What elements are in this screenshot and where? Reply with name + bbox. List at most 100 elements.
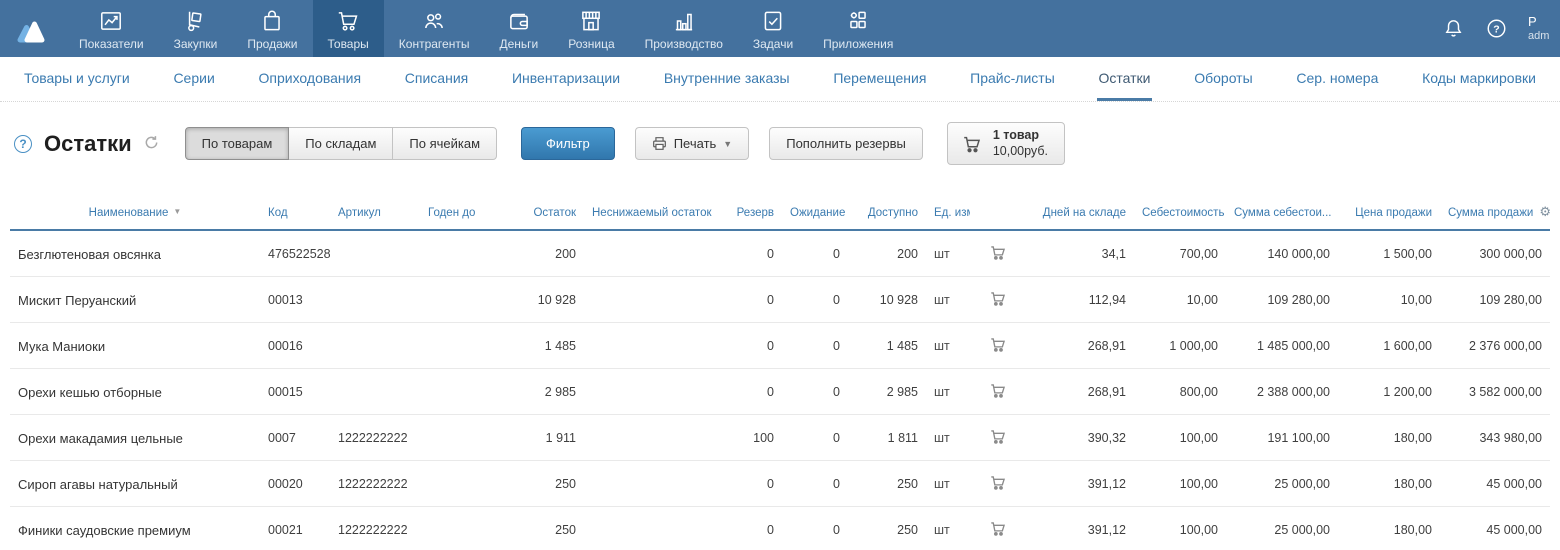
cell-article: 1222222222 bbox=[330, 506, 420, 550]
table-row[interactable]: Сироп агавы натуральный 00020 1222222222 25… bbox=[10, 460, 1550, 508]
cell-cost-sum: 25 000,00 bbox=[1226, 506, 1338, 550]
cell-awaiting: 0 bbox=[782, 506, 848, 550]
moysklad-logo[interactable] bbox=[0, 0, 64, 57]
nav-item-money[interactable]: Деньги bbox=[484, 0, 553, 57]
nav-item-label: Задачи bbox=[752, 36, 794, 51]
cell-awaiting: 0 bbox=[782, 276, 848, 324]
notifications-bell-button[interactable] bbox=[1442, 17, 1465, 40]
nav-item-goods[interactable]: Товары bbox=[312, 0, 384, 57]
cell-awaiting: 0 bbox=[782, 368, 848, 416]
cell-stock: 2 985 bbox=[492, 368, 584, 416]
cell-price: 1 200,00 bbox=[1338, 368, 1440, 416]
svg-text:?: ? bbox=[1493, 23, 1499, 35]
col-header-awaiting[interactable]: Ожидание bbox=[782, 199, 848, 232]
table-row[interactable]: Финики саудовские премиум 00021 1222222222… bbox=[10, 506, 1550, 550]
col-header-name[interactable]: Наименование ▼ bbox=[10, 199, 260, 232]
refresh-button[interactable] bbox=[140, 135, 163, 153]
table-row[interactable]: Орехи макадамия цельные 0007 1222222222 1 9… bbox=[10, 414, 1550, 462]
cell-unit: шт bbox=[926, 276, 970, 324]
cell-reserve: 0 bbox=[724, 276, 782, 324]
tab-price-lists[interactable]: Прайс-листы bbox=[968, 57, 1057, 101]
cell-name: Финики саудовские премиум bbox=[10, 506, 260, 550]
tab-stock-in[interactable]: Оприходования bbox=[257, 57, 364, 101]
cell-reserve: 0 bbox=[724, 322, 782, 370]
col-header-cost[interactable]: Себестоимость bbox=[1134, 199, 1226, 232]
tab-internal-orders[interactable]: Внутренние заказы bbox=[662, 57, 792, 101]
help-button[interactable]: ? bbox=[1485, 17, 1508, 40]
storefront-icon bbox=[582, 11, 601, 30]
print-button[interactable]: Печать ▼ bbox=[634, 127, 750, 161]
col-header-reserve[interactable]: Резерв bbox=[724, 199, 782, 232]
col-header-article[interactable]: Артикул bbox=[330, 199, 420, 232]
tab-marking-codes[interactable]: Коды маркировки bbox=[1420, 57, 1538, 101]
cart-items-count: 1 товар bbox=[992, 128, 1039, 142]
cell-expiry bbox=[420, 414, 492, 462]
nav-item-counterparties[interactable]: Контрагенты bbox=[384, 0, 485, 57]
cell-min-stock bbox=[584, 460, 724, 508]
nav-item-label: Показатели bbox=[79, 36, 144, 51]
row-add-to-cart-button[interactable] bbox=[970, 322, 1026, 370]
tab-turnovers[interactable]: Обороты bbox=[1192, 57, 1254, 101]
cart-icon bbox=[991, 476, 1006, 490]
replenish-reserves-button[interactable]: Пополнить резервы bbox=[769, 127, 923, 161]
cell-cost: 100,00 bbox=[1134, 414, 1226, 462]
nav-item-retail[interactable]: Розница bbox=[553, 0, 629, 57]
table-row[interactable]: Мука Маниоки 00016 1 485 0 0 1 485 шт 268,91 1 … bbox=[10, 322, 1550, 370]
nav-item-production[interactable]: Производство bbox=[630, 0, 738, 57]
view-mode-segmented-control: По товарам По складам По ячейкам bbox=[184, 127, 498, 161]
col-header-price[interactable]: Цена продажи bbox=[1338, 199, 1440, 232]
view-by-warehouses-button[interactable]: По складам bbox=[288, 127, 394, 161]
view-by-cells-button[interactable]: По ячейкам bbox=[392, 127, 498, 161]
chevron-down-icon: ▼ bbox=[723, 138, 733, 149]
tab-products-services[interactable]: Товары и услуги bbox=[22, 57, 132, 101]
col-header-unit[interactable]: Ед. изм. bbox=[926, 199, 970, 232]
table-row[interactable]: Мискит Перуанский 00013 10 928 0 0 10 928 шт 1… bbox=[10, 276, 1550, 324]
tab-writeoffs[interactable]: Списания bbox=[403, 57, 470, 101]
cell-min-stock bbox=[584, 368, 724, 416]
col-header-min-stock[interactable]: Неснижаемый остаток bbox=[584, 199, 724, 232]
cell-awaiting: 0 bbox=[782, 322, 848, 370]
row-add-to-cart-button[interactable] bbox=[970, 368, 1026, 416]
page-help-icon[interactable]: ? bbox=[14, 134, 32, 153]
col-header-code[interactable]: Код bbox=[260, 199, 330, 232]
cell-price-sum: 109 280,00 bbox=[1440, 276, 1550, 324]
row-add-to-cart-button[interactable] bbox=[970, 506, 1026, 550]
col-header-stock[interactable]: Остаток bbox=[492, 199, 584, 232]
cell-code: 476522528 bbox=[260, 230, 330, 278]
cell-cost: 100,00 bbox=[1134, 506, 1226, 550]
view-by-products-button[interactable]: По товарам bbox=[184, 127, 290, 161]
tab-stock[interactable]: Остатки bbox=[1096, 57, 1153, 101]
tab-series[interactable]: Серии bbox=[171, 57, 216, 101]
user-account[interactable]: P adm bbox=[1528, 14, 1560, 43]
cell-min-stock bbox=[584, 322, 724, 370]
cell-price: 180,00 bbox=[1338, 414, 1440, 462]
tab-transfers[interactable]: Перемещения bbox=[831, 57, 928, 101]
col-header-cost-sum[interactable]: Сумма себестои... bbox=[1226, 199, 1338, 232]
stock-table: Наименование ▼ Код Артикул Годен до Остат… bbox=[10, 199, 1550, 550]
table-header-row: Наименование ▼ Код Артикул Годен до Остат… bbox=[10, 199, 1550, 232]
selection-cart-button[interactable]: 1 товар 10,00руб. bbox=[946, 122, 1065, 166]
col-header-available[interactable]: Доступно bbox=[848, 199, 926, 232]
table-row[interactable]: Безглютеновая овсянка 476522528 200 0 0 200 шт… bbox=[10, 230, 1550, 278]
table-row[interactable]: Орехи кешью отборные 00015 2 985 0 0 2 985 шт … bbox=[10, 368, 1550, 416]
nav-item-apps[interactable]: Приложения bbox=[808, 0, 908, 57]
nav-item-indicators[interactable]: Показатели bbox=[64, 0, 159, 57]
nav-item-tasks[interactable]: Задачи bbox=[738, 0, 808, 57]
nav-item-purchases[interactable]: Закупки bbox=[159, 0, 233, 57]
tab-inventories[interactable]: Инвентаризации bbox=[510, 57, 622, 101]
nav-item-label: Деньги bbox=[499, 36, 539, 51]
row-add-to-cart-button[interactable] bbox=[970, 460, 1026, 508]
cell-name: Мука Маниоки bbox=[10, 322, 260, 370]
col-header-price-sum[interactable]: Сумма продажи⚙▼ bbox=[1440, 199, 1550, 232]
nav-item-sales[interactable]: Продажи bbox=[232, 0, 312, 57]
row-add-to-cart-button[interactable] bbox=[970, 276, 1026, 324]
col-header-days-in-stock[interactable]: Дней на складе bbox=[1026, 199, 1134, 232]
col-header-expiry[interactable]: Годен до bbox=[420, 199, 492, 232]
bar-chart-icon bbox=[675, 13, 692, 30]
column-settings-gear-icon[interactable]: ⚙ bbox=[1539, 205, 1550, 220]
tab-serial-numbers[interactable]: Сер. номера bbox=[1294, 57, 1380, 101]
row-add-to-cart-button[interactable] bbox=[970, 230, 1026, 278]
cell-stock: 1 911 bbox=[492, 414, 584, 462]
row-add-to-cart-button[interactable] bbox=[970, 414, 1026, 462]
filter-button[interactable]: Фильтр bbox=[521, 127, 615, 161]
